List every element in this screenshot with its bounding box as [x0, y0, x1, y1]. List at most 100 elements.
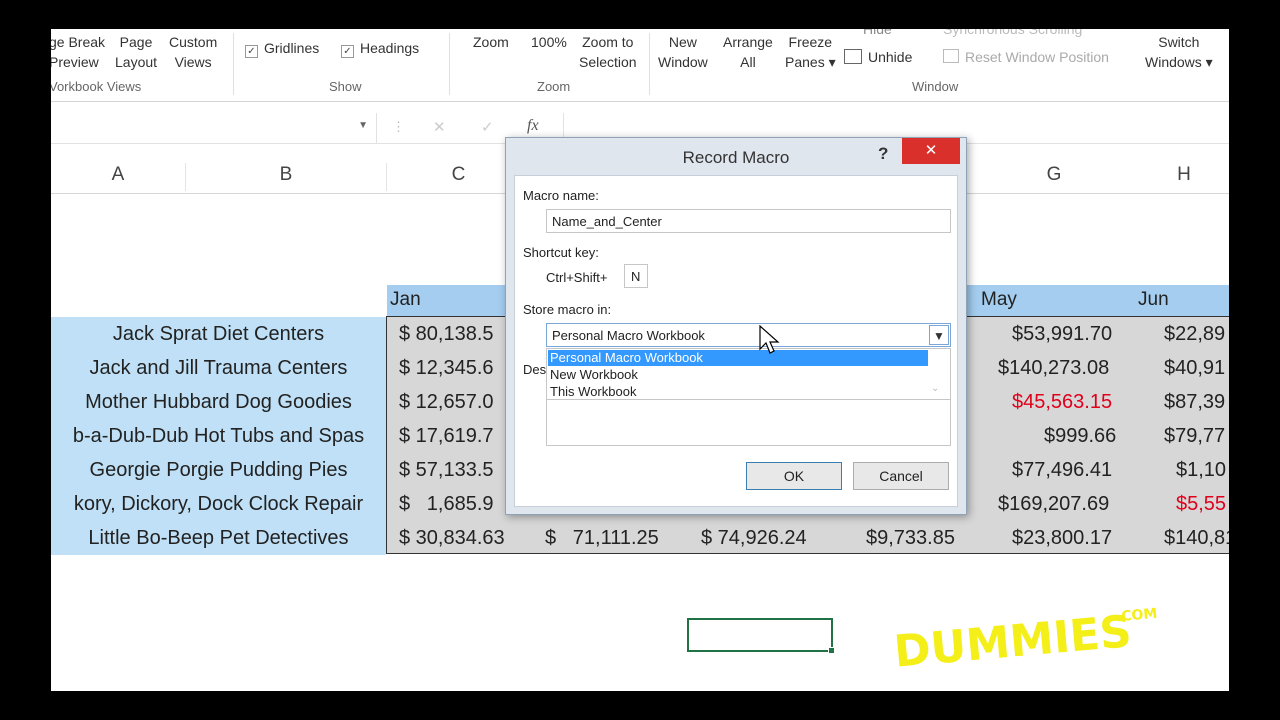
zoom-group-label: Zoom — [537, 79, 571, 94]
cell-jun[interactable]: $79,77 — [1164, 419, 1225, 453]
new-window-button[interactable]: New Window — [658, 32, 708, 72]
dropdown-option[interactable]: This Workbook — [550, 384, 636, 400]
watermark-text: DUMMIES — [892, 606, 1133, 667]
check-icon: ✓ — [245, 45, 258, 58]
shortcut-prefix: Ctrl+Shift+ — [546, 270, 608, 285]
cell-mar[interactable]: $ 74,926.24 — [701, 521, 807, 555]
chevron-down-icon[interactable]: ▼ — [929, 325, 949, 345]
active-cell[interactable] — [687, 618, 835, 654]
reset-window-position-button[interactable]: Reset Window Position — [943, 47, 1109, 67]
dropdown-option[interactable]: Personal Macro Workbook — [548, 350, 928, 366]
label: Views — [174, 54, 212, 70]
month-may[interactable]: May — [981, 289, 1017, 311]
label: ge Break — [51, 34, 106, 50]
macro-name-input[interactable]: Name_and_Center — [546, 209, 951, 233]
cell-may[interactable]: $169,207.69 — [998, 487, 1109, 521]
cell-may[interactable]: $53,991.70 — [1012, 317, 1112, 351]
label: Custom — [169, 34, 218, 50]
cell-apr[interactable]: $9,733.85 — [866, 521, 955, 555]
cell-jun[interactable]: $5,55 — [1176, 487, 1226, 521]
chevron-down-icon[interactable]: ▼ — [358, 120, 368, 131]
dropdown-option[interactable]: New Workbook — [550, 367, 638, 383]
headings-checkbox[interactable]: ✓ Headings — [341, 38, 419, 58]
ribbon: ge Break Preview Page Layout Custom View… — [51, 29, 1229, 102]
group-separator — [449, 33, 450, 95]
page-layout-button[interactable]: Page Layout — [115, 32, 157, 72]
insert-function-icon[interactable]: fx — [527, 117, 539, 135]
zoom-100-button[interactable]: 100% — [531, 32, 567, 52]
fill-handle[interactable] — [828, 647, 835, 654]
switch-windows-button[interactable]: Switch Windows ▾ — [1145, 32, 1213, 72]
check-icon: ✓ — [341, 45, 354, 58]
column-header-g[interactable]: G — [969, 157, 1139, 193]
cell-jun[interactable]: $140,81 — [1164, 521, 1229, 555]
cell-feb[interactable]: $ 71,111.25 — [545, 521, 659, 555]
month-jun[interactable]: Jun — [1138, 289, 1169, 311]
label: 100% — [531, 34, 567, 50]
cell-jan[interactable]: $ 12,657.0 — [399, 385, 494, 419]
cell-jun[interactable]: $87,39 — [1164, 385, 1225, 419]
zoom-to-selection-button[interactable]: Zoom to Selection — [579, 32, 637, 72]
row-name-cell[interactable]: Jack Sprat Diet Centers — [51, 317, 386, 351]
zoom-button[interactable]: Zoom — [473, 32, 509, 52]
cell-jun[interactable]: $1,10 — [1176, 453, 1226, 487]
cell-jan[interactable]: $ 57,133.5 — [399, 453, 494, 487]
cell-may[interactable]: $140,273.08 — [998, 351, 1109, 385]
record-macro-dialog: Record Macro ? ✕ Macro name: Name_and_Ce… — [505, 137, 967, 515]
cell-jan[interactable]: $ 1,685.9 — [399, 487, 494, 521]
freeze-panes-button[interactable]: Freeze Panes ▾ — [785, 32, 836, 72]
ok-button[interactable]: OK — [746, 462, 842, 490]
label: Arrange — [723, 34, 773, 50]
column-header-b[interactable]: B — [186, 157, 386, 193]
cell-jun[interactable]: $22,89 — [1164, 317, 1225, 351]
label: Windows ▾ — [1145, 54, 1213, 70]
enter-icon[interactable]: ✓ — [481, 118, 494, 136]
cell-jan[interactable]: $ 80,138.5 — [399, 317, 494, 351]
unhide-button[interactable]: Unhide — [844, 47, 912, 67]
row-name-cell[interactable]: Mother Hubbard Dog Goodies — [51, 385, 386, 419]
label: Switch — [1158, 34, 1200, 50]
row-name-cell[interactable]: kory, Dickory, Dock Clock Repair — [51, 487, 386, 521]
store-macro-dropdown-list: Personal Macro Workbook New Workbook Thi… — [546, 348, 951, 400]
hide-button[interactable]: Hide — [863, 29, 892, 39]
row-name-cell[interactable]: Georgie Porgie Pudding Pies — [51, 453, 386, 487]
row-name-cell[interactable]: Jack and Jill Trauma Centers — [51, 351, 386, 385]
cell-may[interactable]: $45,563.15 — [1012, 385, 1112, 419]
label: Zoom — [473, 34, 509, 50]
store-macro-select[interactable]: Personal Macro Workbook — [546, 323, 951, 347]
label: Freeze — [788, 34, 833, 50]
close-button[interactable]: ✕ — [902, 138, 960, 164]
label: Hide — [863, 29, 892, 37]
cell-may[interactable]: $999.66 — [1044, 419, 1116, 453]
label: Panes ▾ — [785, 54, 836, 70]
label: New — [668, 34, 697, 50]
shortcut-key-input[interactable]: N — [624, 264, 648, 288]
dummies-watermark: DUMMIES .COM — [892, 606, 1158, 667]
page-break-preview-button[interactable]: ge Break Preview — [51, 32, 105, 72]
cancel-button[interactable]: Cancel — [853, 462, 949, 490]
column-header-h[interactable]: H — [1139, 157, 1229, 193]
cell-jan[interactable]: $ 17,619.7 — [399, 419, 494, 453]
column-header-a[interactable]: A — [51, 157, 185, 193]
row-name-cell[interactable]: b-a-Dub-Dub Hot Tubs and Spas — [51, 419, 386, 453]
gridlines-checkbox[interactable]: ✓ Gridlines — [245, 38, 319, 58]
label: Preview — [51, 54, 99, 70]
show-group-label: Show — [329, 79, 362, 94]
cell-may[interactable]: $23,800.17 — [1012, 521, 1112, 555]
scroll-down-icon[interactable]: ⌄ — [931, 383, 939, 394]
mouse-cursor-icon — [759, 325, 780, 354]
help-button[interactable]: ? — [878, 144, 888, 164]
cancel-icon[interactable]: ✕ — [433, 118, 446, 136]
unhide-icon — [844, 49, 862, 64]
cell-may[interactable]: $77,496.41 — [1012, 453, 1112, 487]
row-name-cell[interactable]: Little Bo-Beep Pet Detectives — [51, 521, 386, 555]
cell-jan[interactable]: $ 12,345.6 — [399, 351, 494, 385]
arrange-all-button[interactable]: Arrange All — [723, 32, 773, 72]
synchronous-scrolling-button[interactable]: Synchronous Scrolling — [943, 29, 1082, 39]
name-box[interactable]: ▼ — [51, 113, 377, 143]
cell-jun[interactable]: $40,91 — [1164, 351, 1225, 385]
macro-name-label: Macro name: — [523, 188, 599, 203]
cell-jan[interactable]: $ 30,834.63 — [399, 521, 505, 555]
month-jan[interactable]: Jan — [390, 289, 421, 311]
custom-views-button[interactable]: Custom Views — [169, 32, 217, 72]
